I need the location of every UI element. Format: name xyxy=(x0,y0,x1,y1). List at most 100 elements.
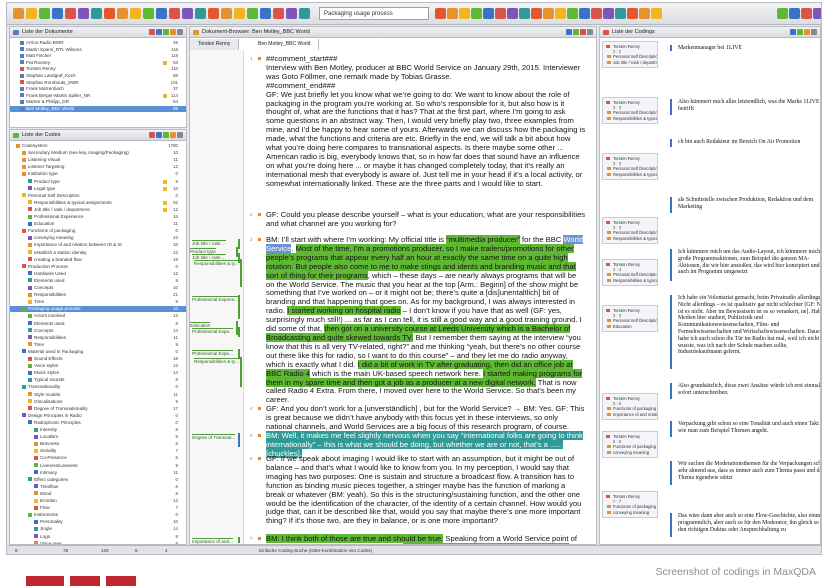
code-item[interactable]: Education 11 xyxy=(10,221,186,227)
edit-icon[interactable] xyxy=(573,29,579,35)
close-browser-icon[interactable] xyxy=(587,29,593,35)
coding-card[interactable]: Torsten Renny 2 : 2 Personal Self Descript… xyxy=(602,41,658,68)
code-settings-icon[interactable] xyxy=(170,132,176,138)
code-item[interactable]: Product type 9 xyxy=(10,179,186,185)
coding-card[interactable]: Torsten Renny 6 : 6 Functions of packaging… xyxy=(602,431,658,458)
document-item[interactable]: Pat Rooney 53 xyxy=(10,60,186,66)
toolbar-button-icon[interactable] xyxy=(26,8,37,19)
code-item[interactable]: Liveness/Lewness 9 xyxy=(10,463,186,469)
code-item[interactable]: Brevness 6 xyxy=(10,441,186,447)
code-item[interactable]: Importance of and relation between ID & … xyxy=(10,242,186,248)
toolbar-button-icon[interactable] xyxy=(615,8,626,19)
code-item[interactable]: Logo 8 xyxy=(10,534,186,540)
toolbar-button-icon[interactable] xyxy=(182,8,193,19)
document-item[interactable]: Martin Spann_RTL Wilsons 116 xyxy=(10,47,186,53)
code-item[interactable]: Co-Presence 5 xyxy=(10,455,186,461)
code-item[interactable]: Responsibilities 11 xyxy=(10,335,186,341)
document-item[interactable]: Matt Fischer 118 xyxy=(10,53,186,59)
print-icon[interactable] xyxy=(566,29,572,35)
code-item[interactable]: Concepts 10 xyxy=(10,285,186,291)
code-item[interactable]: establish a station identity 22 xyxy=(10,250,186,256)
toolbar-button-icon[interactable] xyxy=(117,8,128,19)
code-item[interactable]: Intensity 8 xyxy=(10,427,186,433)
code-item[interactable]: Responsibilities 21 xyxy=(10,292,186,298)
close-codings-icon[interactable] xyxy=(811,29,817,35)
toolbar-button-icon[interactable] xyxy=(507,8,518,19)
coding-stripe-label[interactable]: Professional Expe... xyxy=(192,328,233,334)
memo-flag-icon[interactable] xyxy=(163,200,167,205)
coding-stripe-label[interactable]: Professional Experie... xyxy=(192,296,238,302)
document-item[interactable]: Ben Motley_BBC World 88 xyxy=(10,106,186,113)
coding-card[interactable]: Torsten Renny 7 : 7 Functions of packaging… xyxy=(602,491,658,518)
code-item[interactable]: Packaging usage process 10 xyxy=(10,306,186,313)
code-item[interactable]: Job title / rank / department 12 xyxy=(10,207,186,213)
code-item[interactable]: Personal Self Description 0 xyxy=(10,193,186,199)
toolbar-button-icon[interactable] xyxy=(156,8,167,19)
toolbar-button-icon[interactable] xyxy=(273,8,284,19)
toolbar-button-icon[interactable] xyxy=(13,8,24,19)
toolbar-button-icon[interactable] xyxy=(52,8,63,19)
code-item[interactable]: Functions of packaging 0 xyxy=(10,228,186,234)
document-item[interactable]: Marten & Philipp_DR 84 xyxy=(10,99,186,105)
paragraph-memo-icon[interactable] xyxy=(258,537,261,540)
code-item[interactable]: Production Process 0 xyxy=(10,264,186,270)
code-item[interactable]: Elements used 8 xyxy=(10,278,186,284)
toolbar-button-icon[interactable] xyxy=(169,8,180,19)
toolbar-button-icon[interactable] xyxy=(483,8,494,19)
code-item[interactable]: Degree of Transnationality 17 xyxy=(10,406,186,412)
code-item[interactable]: Actors involved 13 xyxy=(10,313,186,319)
code-item[interactable]: Radiophonic Principles 0 xyxy=(10,420,186,426)
code-item[interactable]: Voice styles 12 xyxy=(10,363,186,369)
coding-card[interactable]: Torsten Renny 3 : 3 Personal Self Descript… xyxy=(602,259,658,286)
code-item[interactable]: Professional Experience 16 xyxy=(10,214,186,220)
code-item[interactable]: Jingle 14 xyxy=(10,526,186,532)
toolbar-button-icon[interactable] xyxy=(221,8,232,19)
toolbar-button-icon[interactable] xyxy=(579,8,590,19)
settings-icon[interactable] xyxy=(804,29,810,35)
document-item[interactable]: Frank Berger-Martin Spiller_NR 114 xyxy=(10,93,186,99)
toolbar-button-icon[interactable] xyxy=(777,8,788,19)
toolbar-button-icon[interactable] xyxy=(65,8,76,19)
code-item[interactable]: Localism 9 xyxy=(10,434,186,440)
toolbar-button-icon[interactable] xyxy=(91,8,102,19)
coding-stripe-label[interactable]: Degree of Transnat... xyxy=(192,434,236,440)
code-item[interactable]: conveying meaning 43 xyxy=(10,235,186,241)
toolbar-button-icon[interactable] xyxy=(234,8,245,19)
export-icon[interactable] xyxy=(790,29,796,35)
toolbar-button-icon[interactable] xyxy=(143,8,154,19)
code-item[interactable]: Institution type 0 xyxy=(10,171,186,177)
document-item[interactable]: Torsten Renny 110 xyxy=(10,66,186,72)
code-item[interactable]: Time 9 xyxy=(10,342,186,348)
code-item[interactable]: Time 9 xyxy=(10,299,186,305)
document-item[interactable]: Arrion Radio BWR 45 xyxy=(10,40,186,46)
toolbar-button-icon[interactable] xyxy=(195,8,206,19)
code-item[interactable]: Emotion 12 xyxy=(10,498,186,504)
close-icon[interactable] xyxy=(177,29,183,35)
tab-ben-motley[interactable]: Ben Motley_BBC World xyxy=(250,39,320,50)
filter-icon[interactable] xyxy=(149,29,155,35)
code-item[interactable]: Instruments 0 xyxy=(10,512,186,518)
document-item[interactable]: Stephan Rombouts_SWR 101 xyxy=(10,80,186,86)
coding-card[interactable]: Torsten Renny 3 : 3 Personal Self Descript… xyxy=(602,97,658,124)
memo-flag-icon[interactable] xyxy=(163,60,167,65)
code-item[interactable]: Concepts 14 xyxy=(10,328,186,334)
code-item[interactable]: Flow 7 xyxy=(10,505,186,511)
coding-stripe[interactable] xyxy=(238,327,240,337)
code-item[interactable]: Effect categories 0 xyxy=(10,477,186,483)
toolbar-button-icon[interactable] xyxy=(78,8,89,19)
activate-codes-icon[interactable] xyxy=(156,132,162,138)
toolbar-button-icon[interactable] xyxy=(247,8,258,19)
code-item[interactable]: Elements used 8 xyxy=(10,321,186,327)
coding-card[interactable]: Torsten Renny 3 : 3 Personal Self Descript… xyxy=(602,153,658,180)
coding-card[interactable]: Torsten Renny 3 : 3 Personal Self Descript… xyxy=(602,305,658,332)
toolbar-button-icon[interactable] xyxy=(208,8,219,19)
document-item[interactable]: Stephan Landgraf_Koch 88 xyxy=(10,73,186,79)
memo-flag-icon[interactable] xyxy=(163,93,167,98)
code-item[interactable]: Style models 11 xyxy=(10,392,186,398)
code-item[interactable]: Personality 10 xyxy=(10,519,186,525)
memo-flag-icon[interactable] xyxy=(163,207,167,212)
toolbar-button-icon[interactable] xyxy=(104,8,115,19)
toolbar-button-icon[interactable] xyxy=(555,8,566,19)
toolbar-button-icon[interactable] xyxy=(260,8,271,19)
toolbar-button-icon[interactable] xyxy=(627,8,638,19)
